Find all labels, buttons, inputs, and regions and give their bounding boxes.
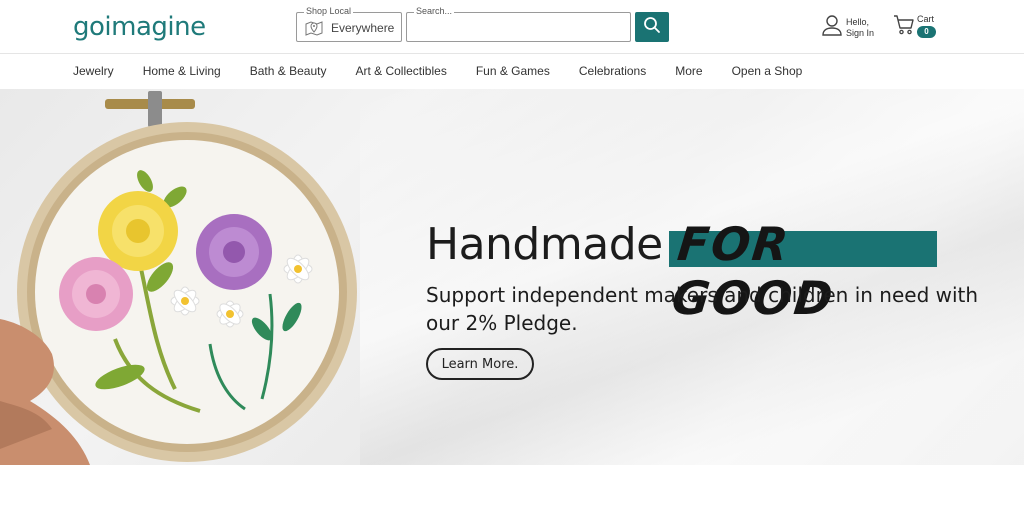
account-sign-in: Sign In [846,27,875,38]
hero-headline: Handmade FOR GOOD [426,217,937,325]
goimagine-logo[interactable]: goimagine [73,12,206,42]
hero-banner: Handmade FOR GOOD Support independent ma… [0,89,1024,465]
nav-item-bath-beauty[interactable]: Bath & Beauty [250,64,327,78]
search-button[interactable] [635,12,669,42]
cart-count-badge: 0 [917,26,936,38]
cart-label: Cart [917,14,935,24]
nav-item-fun-games[interactable]: Fun & Games [476,64,550,78]
hero-subtitle: Support independent makers and children … [426,283,979,335]
user-icon [822,14,842,41]
embroidery-hoop-image [0,91,357,465]
site-header: goimagine Shop Local Everywhere Search..… [0,0,1024,54]
category-nav: Jewelry Home & Living Bath & Beauty Art … [0,54,1024,89]
nav-item-open-a-shop[interactable]: Open a Shop [732,64,803,78]
search-box: Search... [406,6,631,42]
account-link[interactable]: Hello, Sign In [822,14,874,41]
logo-text: goimagine [73,12,206,42]
shop-local-selector[interactable]: Shop Local Everywhere [296,6,402,42]
search-input[interactable] [413,19,623,37]
nav-item-home-living[interactable]: Home & Living [143,64,221,78]
search-icon [643,16,661,39]
account-greeting: Hello, [846,16,870,27]
headline-accent-block: FOR GOOD [668,217,937,325]
search-legend: Search... [414,6,455,16]
learn-more-button[interactable]: Learn More. [426,348,534,380]
nav-item-art-collectibles[interactable]: Art & Collectibles [355,64,446,78]
cart-icon [893,15,915,40]
map-pin-icon [304,19,324,37]
cart-link[interactable]: Cart 0 [893,14,936,41]
nav-item-more[interactable]: More [675,64,702,78]
shop-local-value: Everywhere [331,21,395,35]
nav-item-celebrations[interactable]: Celebrations [579,64,646,78]
nav-item-jewelry[interactable]: Jewelry [73,64,114,78]
headline-main: Handmade [426,218,663,270]
shop-local-legend: Shop Local [304,6,354,16]
